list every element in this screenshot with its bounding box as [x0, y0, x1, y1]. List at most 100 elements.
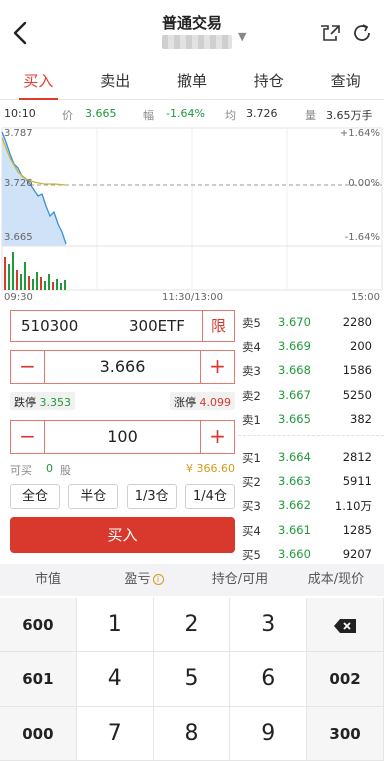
key-002[interactable]: 002 — [307, 652, 384, 707]
refresh-icon[interactable] — [350, 21, 374, 45]
limit-down-price: 3.353 — [39, 396, 72, 409]
quote-time: 10:10 — [4, 107, 36, 120]
account-number-blurred[interactable] — [162, 35, 232, 49]
tab-positions[interactable]: 持仓 — [230, 64, 307, 99]
intraday-chart[interactable]: 3.787 3.726 3.665 +1.64% 0.00% -1.64% 09… — [0, 124, 384, 304]
ask-label: 卖4 — [242, 340, 261, 355]
time-end-label: 15:00 — [351, 292, 380, 303]
bid-price: 3.662 — [278, 498, 311, 513]
time-mid-label: 11:30/13:00 — [162, 292, 224, 303]
ratio-full-button[interactable]: 全仓 — [10, 484, 60, 509]
key-000[interactable]: 000 — [0, 706, 77, 761]
price-mid-label: 3.726 — [4, 178, 33, 189]
tab-buy[interactable]: 买入 — [0, 64, 77, 100]
quantity-input[interactable]: 100 — [45, 427, 200, 446]
ratio-quarter-button[interactable]: 1/4仓 — [184, 484, 235, 509]
buy-button[interactable]: 买入 — [10, 517, 235, 553]
price-increment-button[interactable]: + — [200, 351, 234, 383]
bid-price: 3.661 — [278, 522, 311, 537]
limit-down-label: 跌停 — [14, 396, 36, 409]
quote-strip: 10:10 价 3.665 幅 -1.64% 均 3.726 量 3.65万手 — [0, 104, 384, 124]
key-2[interactable]: 2 — [153, 598, 231, 653]
bid-volume: 2812 — [342, 449, 372, 464]
col-pnl[interactable]: 盈亏 i — [96, 564, 192, 596]
ask-row[interactable]: 卖4 3.669 200 — [238, 334, 384, 358]
available-unit: 股 — [60, 464, 71, 477]
ask-price: 3.668 — [278, 363, 311, 378]
ask-row[interactable]: 卖3 3.668 1586 — [238, 358, 384, 382]
tab-sell[interactable]: 卖出 — [77, 64, 154, 99]
quantity-stepper: − 100 + — [10, 420, 235, 454]
key-1[interactable]: 1 — [76, 598, 154, 653]
ask-volume: 382 — [350, 411, 372, 426]
ask-label: 卖2 — [242, 388, 261, 403]
ask-volume: 1586 — [342, 363, 372, 378]
ask-label: 卖5 — [242, 316, 261, 330]
col-holding[interactable]: 持仓/可用 — [192, 564, 288, 596]
order-type-limit-button[interactable]: 限 — [202, 311, 234, 341]
avg-label: 均 — [225, 109, 236, 122]
bid-price: 3.660 — [278, 546, 311, 561]
backspace-icon — [334, 618, 357, 633]
limit-up[interactable]: 涨停 4.099 — [170, 392, 235, 410]
bid-row[interactable]: 买3 3.662 1.10万 — [238, 493, 384, 517]
switch-trade-icon[interactable] — [318, 22, 342, 44]
available-label: 可买 — [10, 464, 32, 477]
key-4[interactable]: 4 — [76, 652, 154, 707]
key-3[interactable]: 3 — [230, 598, 308, 653]
ask-volume: 2280 — [342, 315, 372, 329]
ratio-third-button[interactable]: 1/3仓 — [126, 484, 177, 509]
bid-row[interactable]: 买4 3.661 1285 — [238, 518, 384, 542]
key-6[interactable]: 6 — [230, 652, 308, 707]
key-8[interactable]: 8 — [153, 706, 231, 761]
limit-up-price: 4.099 — [199, 396, 232, 409]
ask-price: 3.667 — [278, 387, 311, 402]
price-input[interactable]: 3.666 — [45, 357, 200, 376]
ask-row[interactable]: 卖1 3.665 382 — [238, 407, 384, 431]
available-row: 可买 0 股 ¥ 366.60 — [10, 460, 235, 478]
ratio-half-button[interactable]: 半仓 — [68, 484, 119, 509]
ask-label: 卖1 — [242, 412, 261, 427]
available-qty: 0 — [46, 462, 53, 475]
col-cost[interactable]: 成本/现价 — [288, 564, 384, 596]
bid-row[interactable]: 买2 3.663 5911 — [238, 469, 384, 493]
price-low-label: 3.665 — [4, 232, 33, 243]
key-9[interactable]: 9 — [230, 706, 308, 761]
col-pnl-label: 盈亏 — [124, 572, 151, 587]
bid-label: 买1 — [242, 450, 261, 465]
key-backspace[interactable] — [307, 598, 384, 653]
account-dropdown-icon[interactable]: ▼ — [238, 30, 246, 43]
avg-price: 3.726 — [246, 107, 278, 120]
ask-volume: 200 — [350, 339, 372, 354]
price-decrement-button[interactable]: − — [11, 351, 45, 383]
trade-tabs: 买入 卖出 撤单 持仓 查询 — [0, 64, 384, 100]
tab-cancel[interactable]: 撤单 — [154, 64, 231, 99]
ask-row[interactable]: 卖5 3.670 2280 — [238, 310, 384, 334]
bid-row[interactable]: 买1 3.664 2812 — [238, 445, 384, 469]
ask-label: 卖3 — [242, 364, 261, 379]
info-icon[interactable]: i — [152, 574, 164, 585]
key-300[interactable]: 300 — [307, 706, 384, 761]
key-5[interactable]: 5 — [153, 652, 231, 707]
key-7[interactable]: 7 — [76, 706, 154, 761]
key-601[interactable]: 601 — [0, 652, 77, 707]
bid-label: 买3 — [242, 499, 261, 514]
key-600[interactable]: 600 — [0, 598, 77, 653]
bid-label: 买4 — [242, 523, 261, 538]
bid-volume: 1285 — [342, 522, 372, 537]
bid-label: 买5 — [242, 547, 261, 562]
limit-prices: 跌停 3.353 涨停 4.099 — [10, 392, 235, 412]
security-name: 300ETF — [129, 317, 185, 335]
bid-row[interactable]: 买5 3.660 9207 — [238, 542, 384, 566]
tab-query[interactable]: 查询 — [307, 64, 384, 99]
limit-down[interactable]: 跌停 3.353 — [10, 392, 75, 410]
ask-row[interactable]: 卖2 3.667 5250 — [238, 383, 384, 407]
quantity-decrement-button[interactable]: − — [11, 421, 45, 453]
bid-price: 3.664 — [278, 449, 311, 464]
col-market-value[interactable]: 市值 — [0, 564, 96, 596]
security-code-field[interactable]: 510300 300ETF 限 — [10, 310, 235, 342]
order-amount: ¥ 366.60 — [186, 462, 235, 475]
quantity-increment-button[interactable]: + — [200, 421, 234, 453]
volume-label: 量 — [305, 109, 316, 122]
price-high-label: 3.787 — [4, 128, 33, 139]
